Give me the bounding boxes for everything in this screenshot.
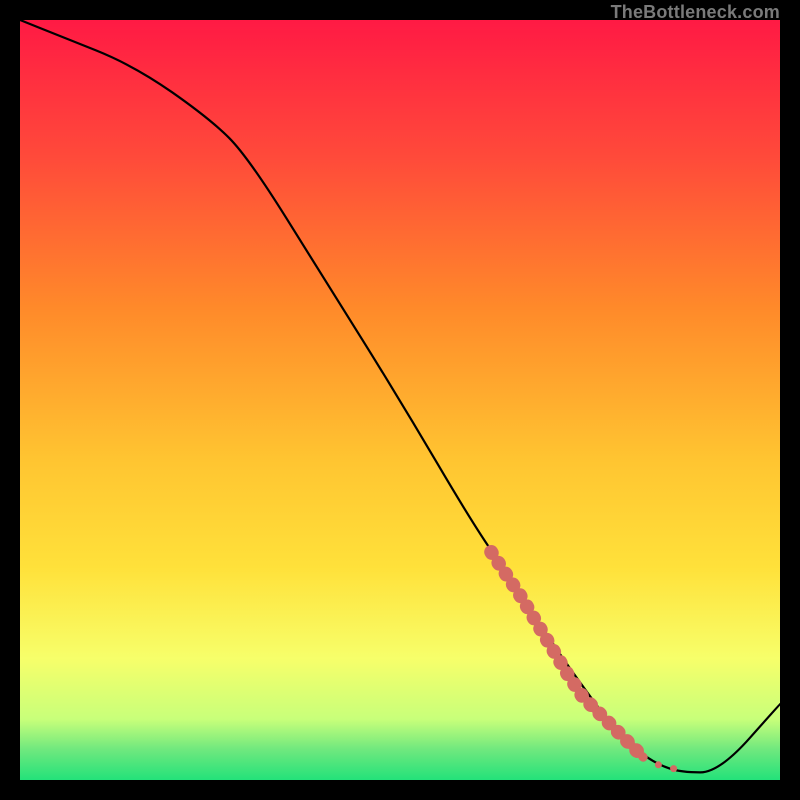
highlight-dot xyxy=(670,765,677,772)
chart-root: TheBottleneck.com xyxy=(0,0,800,800)
watermark-label: TheBottleneck.com xyxy=(611,2,780,23)
highlight-dot xyxy=(655,761,662,768)
plot-area xyxy=(20,20,780,780)
chart-svg xyxy=(20,20,780,780)
